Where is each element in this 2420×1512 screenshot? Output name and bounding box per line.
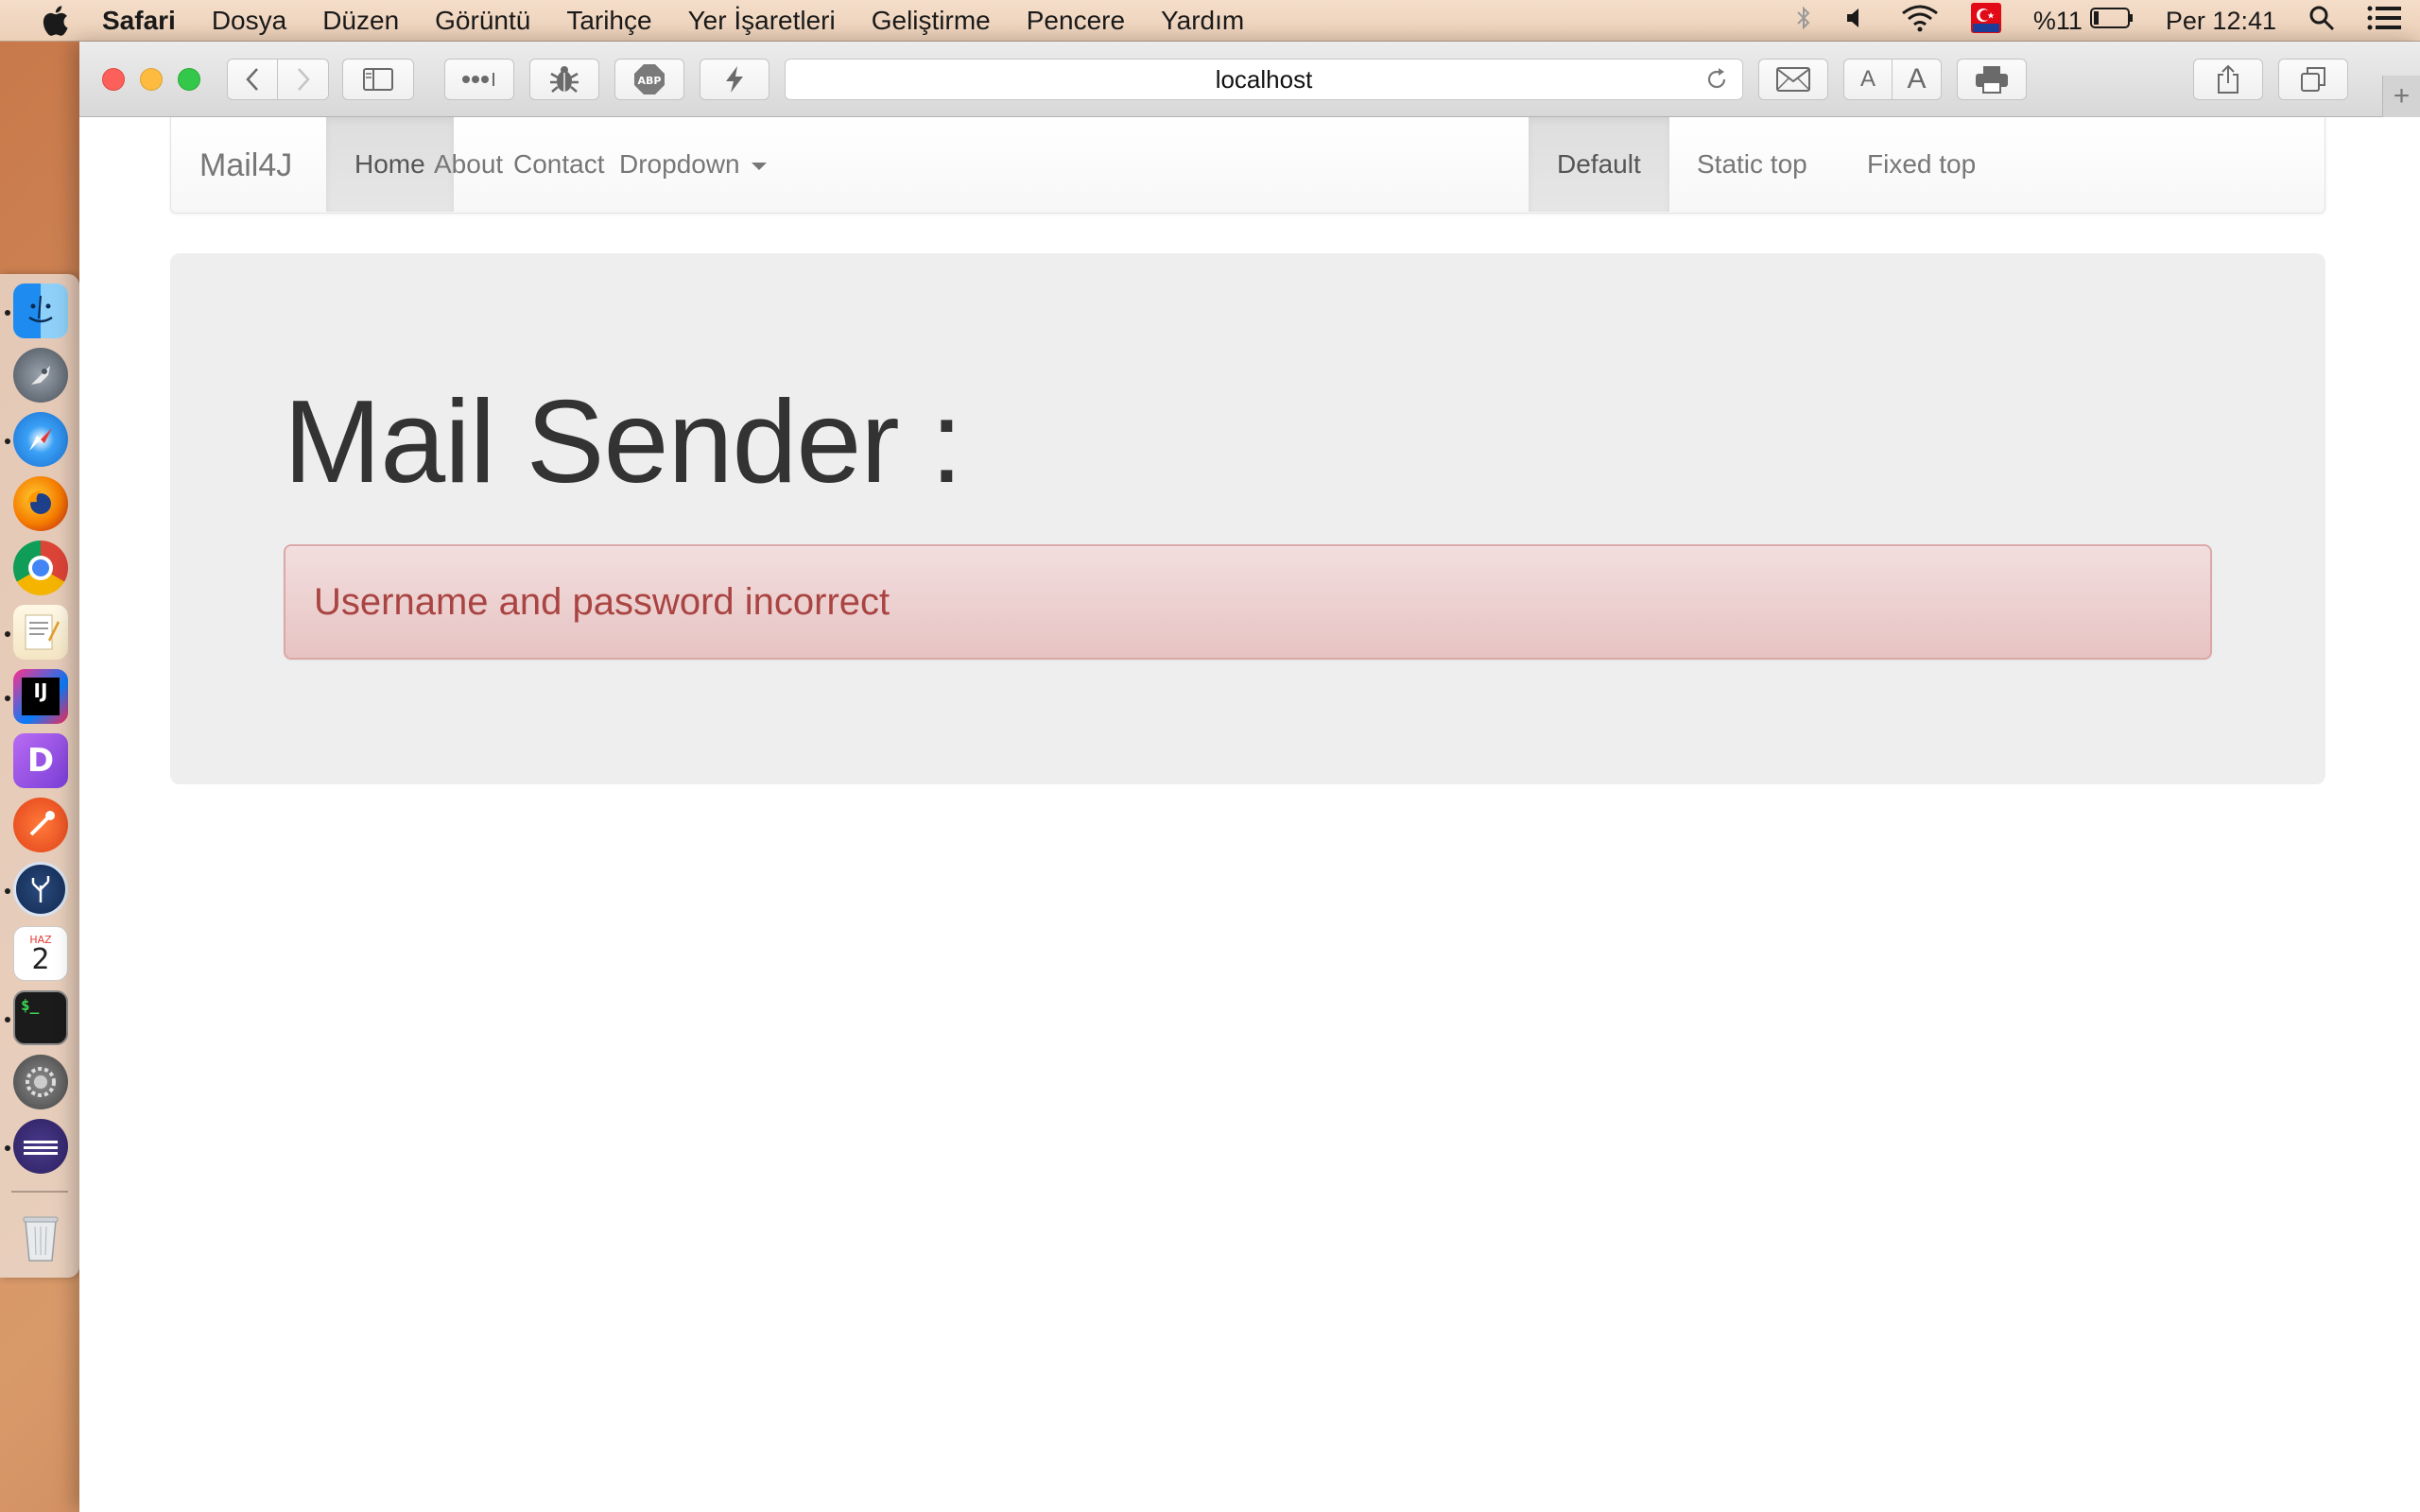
nav-item-fixed-top[interactable]: Fixed top	[1839, 117, 2004, 212]
calendar-icon[interactable]: HAZ 2	[13, 926, 68, 981]
chevron-left-icon	[246, 68, 258, 91]
navbar-brand[interactable]: Mail4J	[199, 117, 292, 214]
system-preferences-icon[interactable]	[13, 1055, 68, 1109]
volume-icon[interactable]	[1844, 6, 1869, 37]
chrome-icon[interactable]	[13, 541, 68, 595]
back-button[interactable]	[227, 59, 278, 100]
intellij-running-indicator	[5, 696, 10, 701]
plus-icon: +	[2393, 80, 2411, 112]
menu-app-name[interactable]: Safari	[102, 6, 176, 36]
mail-page-button[interactable]	[1758, 59, 1828, 100]
sidebar-icon	[363, 68, 393, 91]
decrease-font-button[interactable]: A	[1843, 59, 1893, 100]
chevron-right-icon	[297, 68, 310, 91]
menu-view[interactable]: Görüntü	[435, 6, 530, 36]
safari-toolbar: ABP localhost A A +	[79, 42, 2420, 117]
input-source-flag-icon[interactable]	[1970, 2, 2001, 40]
jumbotron: Mail Sender : Username and password inco…	[170, 253, 2325, 784]
menu-bookmarks[interactable]: Yer İşaretleri	[688, 6, 836, 36]
forward-button[interactable]	[278, 59, 329, 100]
window-close-button[interactable]	[102, 68, 125, 91]
sidebar-toggle-button[interactable]	[342, 59, 414, 100]
dock: IJ D HAZ 2 $_	[0, 274, 79, 1278]
adblock-extension-button[interactable]: ABP	[614, 59, 684, 100]
sourcetree-icon[interactable]	[13, 862, 68, 917]
eclipse-running-indicator	[5, 1145, 10, 1151]
intellij-label: IJ	[22, 678, 60, 715]
spotlight-search-icon[interactable]	[2308, 5, 2335, 38]
terminal-label: $_	[21, 996, 40, 1014]
intellij-icon[interactable]: IJ	[13, 669, 68, 724]
finder-icon[interactable]	[13, 284, 68, 338]
battery-icon[interactable]	[2089, 6, 2134, 36]
safari-running-indicator	[5, 438, 10, 444]
show-all-tabs-button[interactable]	[2278, 59, 2348, 100]
adblock-icon: ABP	[634, 64, 665, 94]
battery-percentage[interactable]: %11	[2033, 7, 2083, 36]
menu-bar: Safari Dosya Düzen Görüntü Tarihçe Yer İ…	[0, 0, 2420, 42]
envelope-icon	[1776, 67, 1810, 92]
svg-text:ABP: ABP	[638, 75, 662, 87]
textedit-running-indicator	[5, 631, 10, 637]
nav-item-dropdown-label: Dropdown	[619, 149, 740, 179]
font-small-label: A	[1859, 66, 1876, 92]
clock[interactable]: Per 12:41	[2166, 7, 2276, 36]
error-alert-message: Username and password incorrect	[314, 580, 890, 623]
page-title: Mail Sender :	[284, 377, 963, 507]
menu-history[interactable]: Tarihçe	[566, 6, 651, 36]
trash-icon[interactable]	[13, 1210, 68, 1264]
more-dots-icon	[462, 73, 494, 86]
apple-menu-icon[interactable]	[36, 5, 74, 36]
nav-item-static-top[interactable]: Static top	[1668, 117, 1836, 212]
tabs-overview-icon	[2301, 67, 2325, 92]
lightning-extension-button[interactable]	[700, 59, 769, 100]
address-bar[interactable]: localhost	[785, 59, 1743, 100]
share-button[interactable]	[2193, 59, 2263, 100]
launchpad-icon[interactable]	[13, 348, 68, 403]
url-text: localhost	[1215, 64, 1313, 94]
finder-running-indicator	[5, 310, 10, 316]
lightning-bolt-icon	[726, 66, 743, 93]
safari-icon[interactable]	[13, 412, 68, 467]
menu-develop[interactable]: Geliştirme	[872, 6, 991, 36]
nav-item-default[interactable]: Default	[1529, 117, 1669, 212]
bug-extension-button[interactable]	[529, 59, 599, 100]
window-minimize-button[interactable]	[140, 68, 163, 91]
textedit-icon[interactable]	[13, 605, 68, 660]
safari-window: ABP localhost A A + Mail4J Home About Co…	[79, 42, 2420, 1512]
menu-file[interactable]: Dosya	[212, 6, 286, 36]
menu-edit[interactable]: Düzen	[322, 6, 399, 36]
bluetooth-icon[interactable]	[1795, 5, 1812, 38]
postman-icon[interactable]	[13, 798, 68, 852]
firefox-icon[interactable]	[13, 476, 68, 531]
reload-icon[interactable]	[1703, 65, 1731, 94]
bug-icon	[550, 66, 579, 93]
calendar-day: 2	[31, 942, 50, 976]
share-icon	[2218, 64, 2238, 94]
window-zoom-button[interactable]	[178, 68, 200, 91]
notification-center-icon[interactable]	[2367, 5, 2401, 38]
wifi-icon[interactable]	[1901, 4, 1939, 39]
web-page: Mail4J Home About Contact Dropdown Defau…	[79, 117, 2420, 1512]
caret-down-icon	[751, 162, 767, 170]
new-tab-button[interactable]: +	[2382, 76, 2420, 117]
reading-list-extension-button[interactable]	[444, 59, 514, 100]
error-alert: Username and password incorrect	[284, 544, 2212, 660]
menu-window[interactable]: Pencere	[1027, 6, 1125, 36]
terminal-icon[interactable]: $_	[13, 990, 68, 1045]
print-button[interactable]	[1957, 59, 2027, 100]
eclipse-icon[interactable]	[13, 1119, 68, 1174]
font-large-label: A	[1907, 63, 1927, 94]
sourcetree-running-indicator	[5, 888, 10, 894]
menu-help[interactable]: Yardım	[1161, 6, 1244, 36]
terminal-running-indicator	[5, 1017, 10, 1022]
nav-dropdown-toggle[interactable]: Dropdown	[591, 117, 795, 212]
increase-font-button[interactable]: A	[1893, 59, 1942, 100]
deskapp-label: D	[26, 742, 55, 780]
navbar: Mail4J Home About Contact Dropdown Defau…	[170, 117, 2325, 214]
dock-separator	[11, 1191, 68, 1193]
deskapp-icon[interactable]: D	[13, 733, 68, 788]
printer-icon	[1976, 66, 2008, 94]
